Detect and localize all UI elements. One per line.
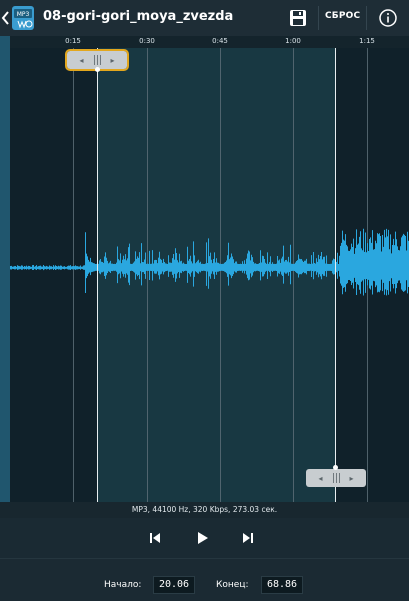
svg-text:MP3: MP3 (17, 11, 30, 18)
chevron-left-icon: ◂ (79, 55, 84, 65)
start-marker-line[interactable] (97, 48, 98, 502)
start-value-field[interactable]: 20.06 (153, 576, 195, 594)
timeline-tick-label: 0:15 (65, 37, 81, 45)
skip-back-icon[interactable] (146, 529, 164, 547)
start-marker-knob (95, 67, 100, 72)
end-value-field[interactable]: 68.86 (261, 576, 303, 594)
file-title: 08-gori-gori_moya_zvezda (43, 9, 234, 24)
waveform-area[interactable] (10, 48, 409, 502)
end-label: Конец: (216, 580, 249, 590)
chevron-left-icon: ◂ (318, 473, 323, 483)
info-icon[interactable] (377, 7, 399, 29)
file-info: MP3, 44100 Hz, 320 Kbps, 273.03 сек. (0, 502, 409, 518)
timeline-tick-label: 1:00 (285, 37, 301, 45)
waveform (10, 228, 409, 296)
end-marker-handle[interactable]: ◂ ▸ (306, 469, 366, 487)
timeline-tick-label: 0:45 (212, 37, 228, 45)
skip-forward-icon[interactable] (239, 529, 257, 547)
back-chevron-icon[interactable] (0, 8, 10, 28)
timeline-tick-label: 0:30 (139, 37, 155, 45)
left-edge-strip (0, 36, 10, 502)
end-marker-line[interactable] (335, 48, 336, 502)
save-icon[interactable] (287, 7, 309, 29)
timeline-ruler: 0:15 0:30 0:45 1:00 1:15 (10, 36, 409, 48)
mp3-file-icon: MP3 (12, 6, 34, 30)
toolbar-divider (318, 6, 319, 30)
end-marker-knob (333, 465, 338, 470)
player-controls (0, 518, 409, 558)
grip-icon (93, 55, 101, 65)
play-icon[interactable] (193, 529, 211, 547)
reset-button[interactable]: СБРОС (325, 11, 360, 21)
start-label: Начало: (104, 580, 142, 590)
toolbar-divider (366, 6, 367, 30)
grip-icon (332, 473, 340, 483)
timeline-tick-label: 1:15 (359, 37, 375, 45)
chevron-right-icon: ▸ (349, 473, 354, 483)
range-footer: Начало: 20.06 Конец: 68.86 (0, 558, 409, 601)
toolbar: MP3 08-gori-gori_moya_zvezda СБРОС (0, 0, 409, 36)
chevron-right-icon: ▸ (110, 55, 115, 65)
